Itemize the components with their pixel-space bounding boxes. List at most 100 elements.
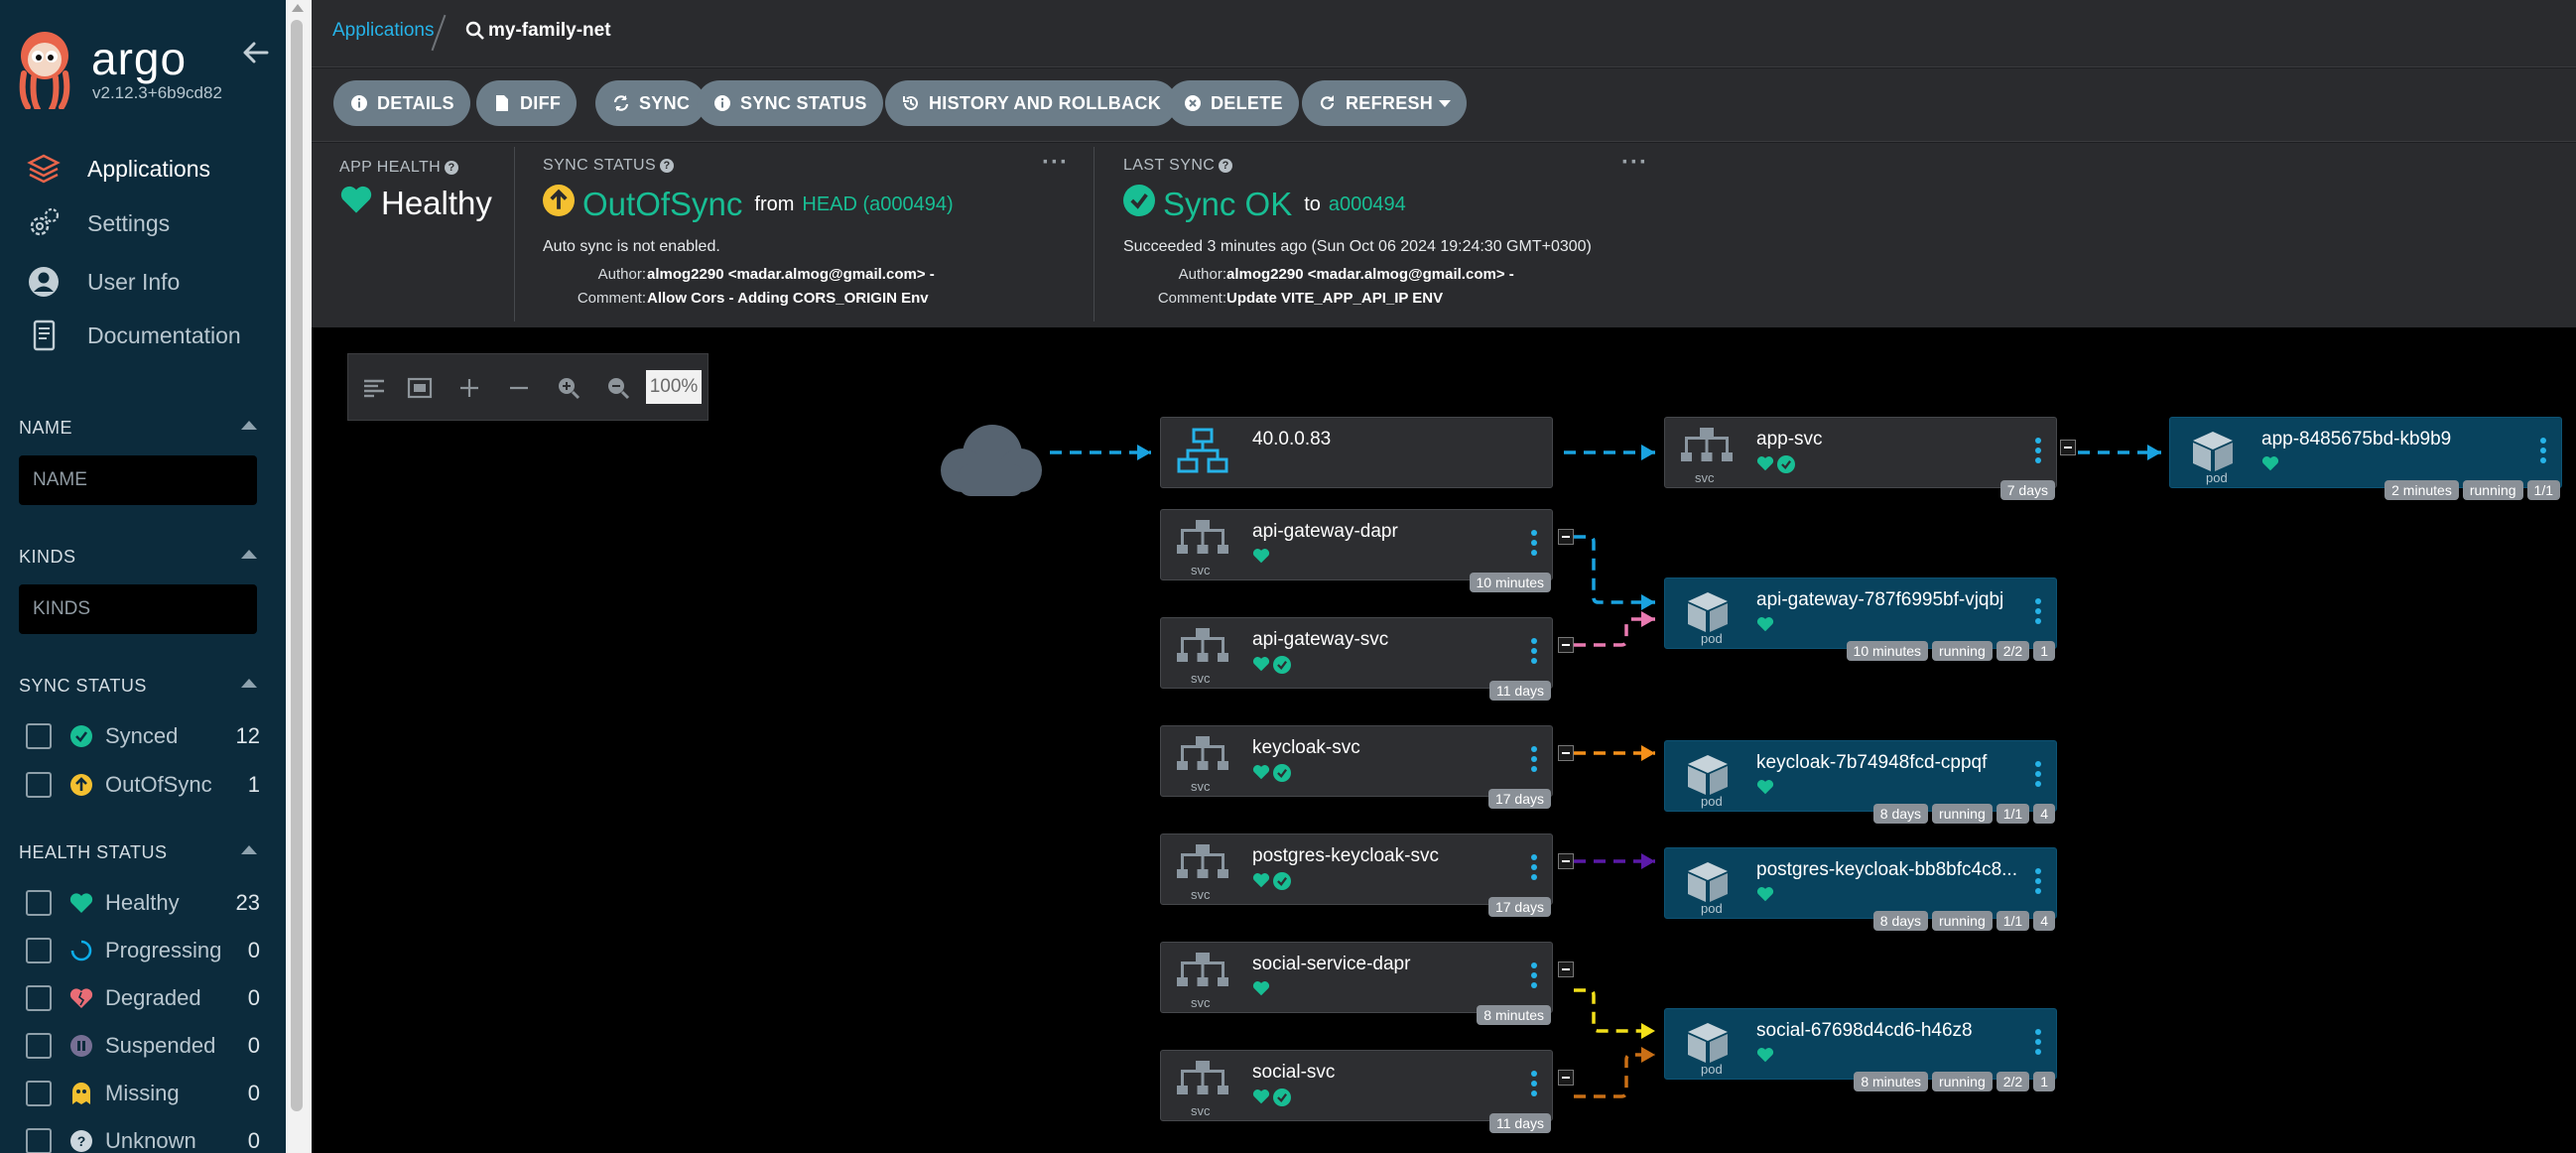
pod-info-tag: 1 xyxy=(2033,1072,2055,1091)
sync-status-more-icon[interactable]: ··· xyxy=(1042,149,1069,177)
health-status-filter-collapse-icon[interactable] xyxy=(241,845,257,854)
service-node[interactable]: svc social-svc xyxy=(1160,1050,1553,1121)
minus-icon[interactable] xyxy=(503,372,535,404)
sidebar-scroll-thumb[interactable] xyxy=(291,20,303,1111)
service-node[interactable]: svc api-gateway-dapr xyxy=(1160,509,1553,580)
node-name: app-svc xyxy=(1756,429,1823,449)
node-menu-icon[interactable] xyxy=(1530,854,1538,884)
checkbox[interactable] xyxy=(26,985,52,1011)
collapse-toggle-icon[interactable] xyxy=(1558,853,1574,869)
node-menu-icon[interactable] xyxy=(1530,1071,1538,1100)
node-menu-icon[interactable] xyxy=(1530,746,1538,776)
zoom-out-icon[interactable] xyxy=(602,372,634,404)
node-menu-icon[interactable] xyxy=(2034,1029,2042,1059)
last-sync-more-icon[interactable]: ··· xyxy=(1621,149,1648,177)
service-node[interactable]: svc app-svc xyxy=(1664,417,2057,488)
nav-documentation[interactable]: Documentation xyxy=(24,314,241,357)
checkbox[interactable] xyxy=(26,890,52,916)
kinds-filter-input[interactable] xyxy=(19,584,257,634)
filter-healthy[interactable]: Healthy 23 xyxy=(26,887,260,919)
help-icon[interactable]: ? xyxy=(660,158,675,173)
name-filter-input[interactable] xyxy=(19,455,257,505)
pod-node[interactable]: pod api-gateway-787f6995bf-vjqbj xyxy=(1664,577,2057,649)
node-menu-icon[interactable] xyxy=(1530,530,1538,560)
plus-icon[interactable] xyxy=(453,372,485,404)
node-status xyxy=(1756,779,1774,799)
align-left-icon[interactable] xyxy=(358,372,390,404)
filter-synced[interactable]: Synced 12 xyxy=(26,720,260,752)
resource-tree-canvas[interactable]: 100% 40.0.0.83 svc app-svc 7 days svc api-ga… xyxy=(312,327,2576,1153)
collapse-toggle-icon[interactable] xyxy=(1558,637,1574,653)
filter-outofsync[interactable]: OutOfSync 1 xyxy=(26,769,260,801)
app-status-panel: APP HEALTH? Healthy SYNC STATUS? ··· Out… xyxy=(312,143,2576,327)
nav-applications[interactable]: Applications xyxy=(24,147,210,191)
ingress-node[interactable]: 40.0.0.83 xyxy=(1160,417,1553,488)
zoom-level[interactable]: 100% xyxy=(646,370,702,404)
details-button[interactable]: DETAILS xyxy=(333,80,470,126)
service-node[interactable]: svc postgres-keycloak-svc xyxy=(1160,833,1553,905)
filter-missing[interactable]: Missing 0 xyxy=(26,1078,260,1109)
service-node[interactable]: svc api-gateway-svc xyxy=(1160,617,1553,689)
pod-node[interactable]: pod social-67698d4cd6-h46z8 xyxy=(1664,1008,2057,1080)
node-menu-icon[interactable] xyxy=(2034,761,2042,791)
kinds-filter-collapse-icon[interactable] xyxy=(241,550,257,559)
node-name: social-svc xyxy=(1252,1062,1336,1083)
help-icon[interactable]: ? xyxy=(1219,158,1233,173)
checkbox[interactable] xyxy=(26,723,52,749)
node-menu-icon[interactable] xyxy=(2539,438,2547,467)
heart-icon xyxy=(1756,886,1774,906)
collapse-toggle-icon[interactable] xyxy=(1558,745,1574,761)
delete-button[interactable]: DELETE xyxy=(1167,80,1299,126)
diff-button[interactable]: DIFF xyxy=(476,80,578,126)
node-menu-icon[interactable] xyxy=(1530,962,1538,992)
pod-node[interactable]: pod keycloak-7b74948fcd-cppqf xyxy=(1664,740,2057,812)
age-tag: 17 days xyxy=(1487,789,1551,809)
zoom-in-icon[interactable] xyxy=(553,372,584,404)
filter-count: 0 xyxy=(247,985,260,1010)
last-sync-revision-link[interactable]: a000494 xyxy=(1329,193,1406,216)
checkbox[interactable] xyxy=(26,772,52,798)
node-menu-icon[interactable] xyxy=(2034,438,2042,467)
refresh-button[interactable]: REFRESH xyxy=(1302,80,1468,126)
collapse-toggle-icon[interactable] xyxy=(1558,961,1574,977)
checkbox[interactable] xyxy=(26,1081,52,1106)
sync-status-button[interactable]: SYNC STATUS xyxy=(697,80,883,126)
fit-to-screen-icon[interactable] xyxy=(404,372,436,404)
checkbox[interactable] xyxy=(26,938,52,963)
filter-progressing[interactable]: Progressing 0 xyxy=(26,935,260,966)
checkbox[interactable] xyxy=(26,1033,52,1059)
scroll-up-arrow-icon[interactable] xyxy=(292,4,304,12)
name-filter-collapse-icon[interactable] xyxy=(241,421,257,430)
check-circle-icon xyxy=(1777,455,1795,475)
node-menu-icon[interactable] xyxy=(2034,598,2042,628)
heart-icon xyxy=(1756,616,1774,636)
help-icon[interactable]: ? xyxy=(445,160,459,175)
service-node[interactable]: svc keycloak-svc xyxy=(1160,725,1553,797)
collapse-toggle-icon[interactable] xyxy=(2060,440,2076,455)
heart-icon xyxy=(1252,656,1270,676)
filter-suspended[interactable]: Suspended 0 xyxy=(26,1030,260,1062)
nav-settings[interactable]: Settings xyxy=(24,201,170,245)
nav-user-info[interactable]: User Info xyxy=(24,260,180,304)
breadcrumb-applications[interactable]: Applications xyxy=(332,20,434,42)
service-node[interactable]: svc social-service-dapr xyxy=(1160,942,1553,1013)
collapse-toggle-icon[interactable] xyxy=(1558,529,1574,545)
collapse-toggle-icon[interactable] xyxy=(1558,1070,1574,1086)
checkbox[interactable] xyxy=(26,1128,52,1153)
pod-node[interactable]: pod postgres-keycloak-bb8bfc4c8... xyxy=(1664,847,2057,919)
filter-unknown[interactable]: ? Unknown 0 xyxy=(26,1125,260,1153)
pod-node[interactable]: pod app-8485675bd-kb9b9 xyxy=(2169,417,2562,488)
node-menu-icon[interactable] xyxy=(1530,638,1538,668)
node-name: 40.0.0.83 xyxy=(1252,429,1332,449)
collapse-sidebar-arrow-icon[interactable] xyxy=(240,38,270,67)
history-rollback-button[interactable]: HISTORY AND ROLLBACK xyxy=(885,80,1178,126)
brand-name: argo xyxy=(91,33,188,84)
sync-revision-link[interactable]: HEAD (a000494) xyxy=(802,193,953,216)
sync-button[interactable]: SYNC xyxy=(595,80,707,126)
filter-degraded[interactable]: Degraded 0 xyxy=(26,982,260,1014)
pod-info-tag: 1/1 xyxy=(2526,480,2560,500)
node-menu-icon[interactable] xyxy=(2034,868,2042,898)
arrow-circle-up-icon xyxy=(69,773,93,797)
sync-status-filter-collapse-icon[interactable] xyxy=(241,679,257,688)
layers-icon xyxy=(24,149,64,189)
